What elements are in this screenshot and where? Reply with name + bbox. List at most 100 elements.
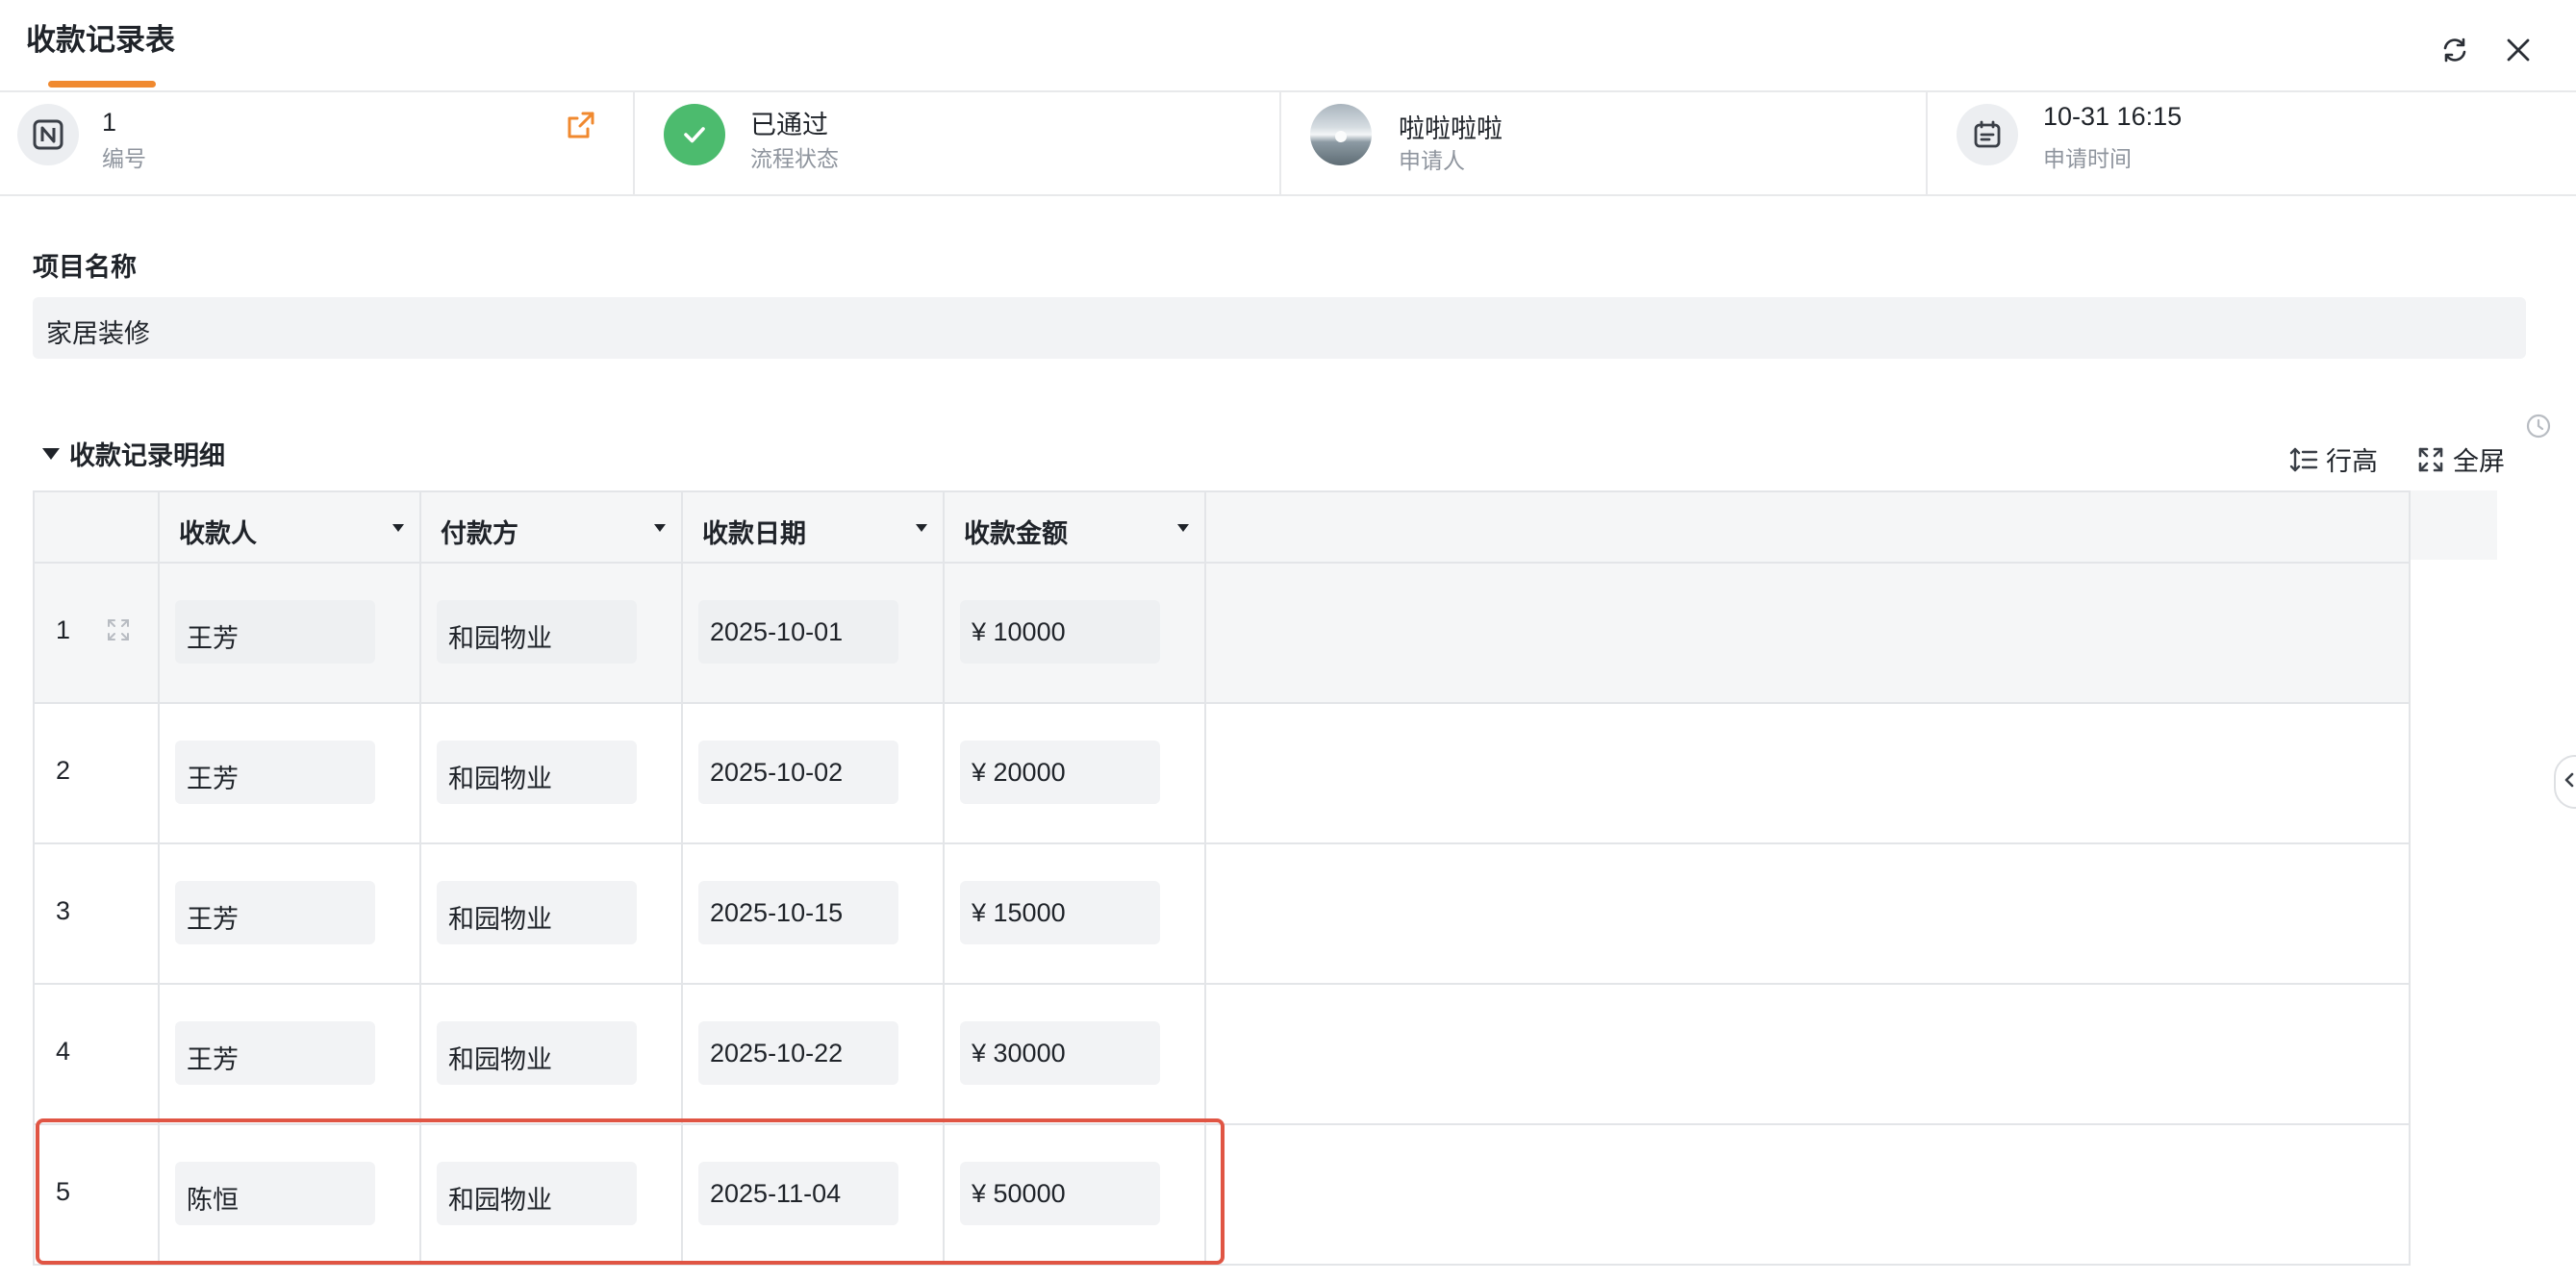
caret-down-icon[interactable] [392,524,404,532]
payee-value: 王芳 [187,765,239,793]
column-header-label: 付款方 [441,519,518,548]
status-badge [664,104,725,165]
project-name-value: 家居装修 [46,319,150,348]
empty-header [1206,492,2411,562]
table-header: 收款人 付款方 收款日期 收款金额 [35,492,2411,564]
checkmark-icon [684,127,705,143]
number-cell: 1 编号 [0,90,633,194]
status-value: 已通过 [750,111,828,139]
applicant-label: 申请人 [1399,148,1465,173]
row-number: 2 [56,756,71,785]
cell-value-box: 2025-10-02 [698,741,898,804]
column-header-label: 收款金额 [964,519,1068,548]
table-row[interactable]: 4 王芳 和园物业 2025-10-22 ¥ 30000 [35,985,2411,1125]
row-index-cell: 3 [35,844,160,983]
cell-value-box: 王芳 [175,741,375,804]
applicant-cell: 啦啦啦啦 申请人 [1281,90,1926,194]
caret-down-icon[interactable] [654,524,666,532]
cell-value-box: 王芳 [175,600,375,664]
time-label: 申请时间 [2043,146,2132,171]
calendar-badge [1957,104,2018,165]
fullscreen-button[interactable]: 全屏 [2416,440,2505,478]
payer-value: 和园物业 [448,1045,552,1074]
page-title: 收款记录表 [26,23,175,57]
payee-cell[interactable]: 王芳 [160,985,421,1123]
info-bar: 1 编号 已通过 流程状态 啦啦啦啦 申请人 10-31 16:15 申请时间 [0,90,2576,196]
highlight-box [36,1118,1225,1265]
amount-cell[interactable]: ¥ 15000 [945,844,1206,983]
date-cell[interactable]: 2025-10-15 [683,844,945,983]
cell-value-box: 王芳 [175,881,375,944]
row-index-cell: 4 [35,985,160,1123]
column-header-payer[interactable]: 付款方 [421,492,683,562]
project-name-field[interactable]: 家居装修 [33,297,2526,359]
date-value: 2025-10-22 [710,1039,844,1068]
refresh-icon [2443,38,2466,63]
row-index-cell: 2 [35,704,160,842]
table-row[interactable]: 3 王芳 和园物业 2025-10-15 ¥ 15000 [35,844,2411,985]
payer-cell[interactable]: 和园物业 [421,985,683,1123]
fullscreen-label: 全屏 [2453,447,2505,476]
empty-cell [1206,704,2411,842]
time-value: 10-31 16:15 [2043,102,2183,131]
project-name-label: 项目名称 [33,253,137,282]
cell-value-box: 和园物业 [437,881,637,944]
payee-value: 王芳 [187,905,239,934]
payer-value: 和园物业 [448,905,552,934]
close-button[interactable] [2499,31,2538,69]
external-link-icon [568,112,594,138]
payer-cell[interactable]: 和园物业 [421,704,683,842]
date-cell[interactable]: 2025-10-02 [683,704,945,842]
table-header-extension [2409,490,2497,560]
row-number: 4 [56,1037,71,1066]
payee-cell[interactable]: 王芳 [160,704,421,842]
history-button[interactable] [2524,412,2553,445]
applicant-value: 啦啦啦啦 [1399,114,1503,143]
caret-down-icon[interactable] [1177,524,1189,532]
payer-value: 和园物业 [448,624,552,653]
cell-value-box: 和园物业 [437,1021,637,1085]
amount-cell[interactable]: ¥ 10000 [945,564,1206,702]
amount-value: ¥ 15000 [972,898,1066,927]
status-cell: 已通过 流程状态 [635,90,1279,194]
collapse-triangle-icon [42,447,60,460]
amount-cell[interactable]: ¥ 20000 [945,704,1206,842]
open-link-button[interactable] [564,108,598,147]
cell-value-box: 2025-10-22 [698,1021,898,1085]
payee-cell[interactable]: 王芳 [160,564,421,702]
expand-icon [108,619,129,640]
expand-row-button[interactable] [106,617,131,647]
detail-section-toggle[interactable]: 收款记录明细 [42,435,225,472]
column-header-date[interactable]: 收款日期 [683,492,945,562]
column-header-payee[interactable]: 收款人 [160,492,421,562]
empty-cell [1206,985,2411,1123]
cell-value-box: 2025-10-01 [698,600,898,664]
row-height-icon [2289,447,2318,471]
empty-cell [1206,1125,2411,1264]
date-cell[interactable]: 2025-10-01 [683,564,945,702]
empty-cell [1206,564,2411,702]
side-panel-toggle[interactable] [2554,755,2576,809]
row-height-button[interactable]: 行高 [2289,440,2378,478]
empty-cell [1206,844,2411,983]
date-cell[interactable]: 2025-10-22 [683,985,945,1123]
table-row[interactable]: 1 王芳 和园物业 2025-10-01 ¥ 10000 [35,564,2411,704]
table-row[interactable]: 2 王芳 和园物业 2025-10-02 ¥ 20000 [35,704,2411,844]
number-icon [33,119,63,150]
amount-value: ¥ 30000 [972,1039,1066,1068]
payer-cell[interactable]: 和园物业 [421,564,683,702]
refresh-button[interactable] [2436,31,2474,69]
payee-value: 王芳 [187,624,239,653]
payer-cell[interactable]: 和园物业 [421,844,683,983]
date-value: 2025-10-01 [710,617,844,646]
column-header-amount[interactable]: 收款金额 [945,492,1206,562]
caret-down-icon[interactable] [916,524,927,532]
history-icon [2526,414,2551,439]
payee-cell[interactable]: 王芳 [160,844,421,983]
payee-value: 王芳 [187,1045,239,1074]
cell-value-box: ¥ 15000 [960,881,1160,944]
dialog-header: 收款记录表 [0,0,2576,92]
amount-cell[interactable]: ¥ 30000 [945,985,1206,1123]
close-icon [2507,38,2530,62]
number-value: 1 [102,108,117,137]
